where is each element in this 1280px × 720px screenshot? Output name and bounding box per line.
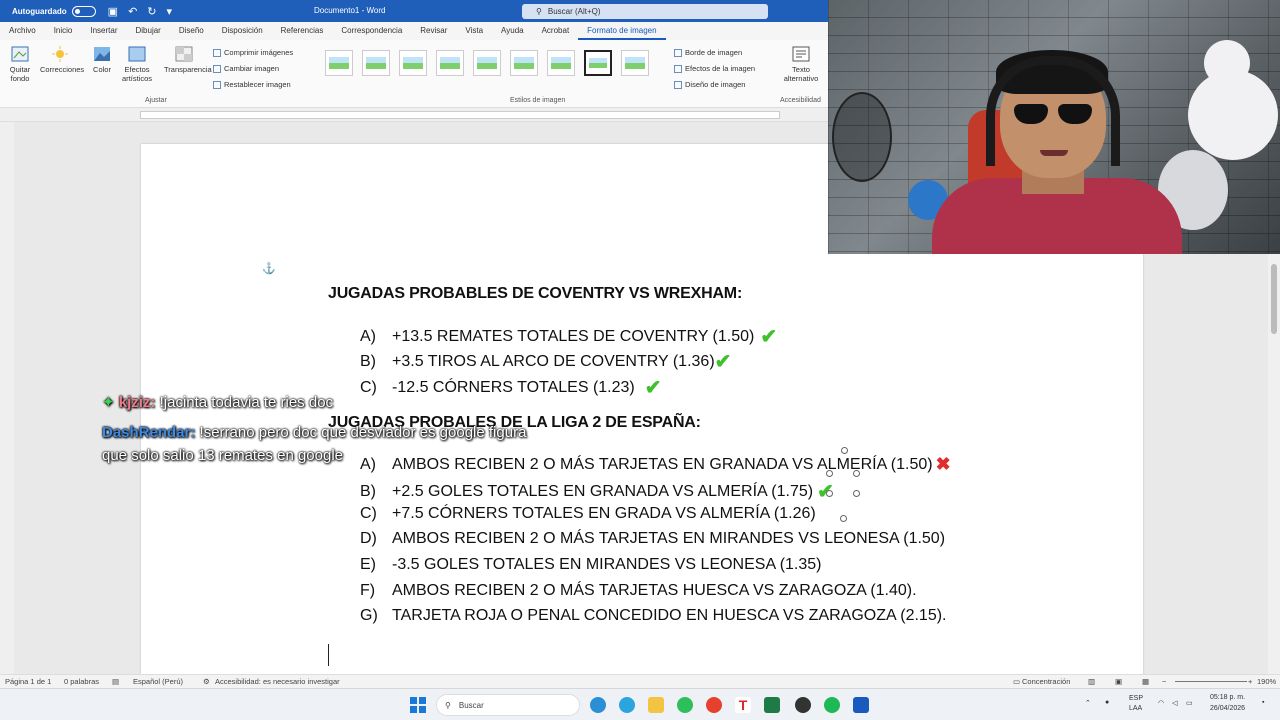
- webcam-feed: [828, 0, 1280, 254]
- check-icon: ✔: [644, 377, 662, 399]
- list-item: A) AMBOS RECIBEN 2 O MÁS TARJETAS EN GRA…: [360, 454, 951, 474]
- language-status[interactable]: Español (Perú): [133, 677, 183, 686]
- sparkle-icon: ✦: [102, 394, 119, 411]
- language-indicator[interactable]: ESP: [1129, 695, 1143, 702]
- accessibility-status[interactable]: Accesibilidad: es necesario investigar: [215, 677, 340, 686]
- web-layout-icon[interactable]: ▦: [1142, 677, 1149, 686]
- list-item: B) +2.5 GOLES TOTALES EN GRANADA VS ALME…: [360, 479, 834, 504]
- list-item: A) +13.5 REMATES TOTALES DE COVENTRY (1.…: [360, 326, 778, 348]
- chrome-icon[interactable]: [706, 697, 722, 713]
- heading-coventry: JUGADAS PROBABLES DE COVENTRY VS WREXHAM…: [328, 285, 743, 302]
- clock-date[interactable]: 26/04/2026: [1210, 705, 1245, 712]
- resize-handle[interactable]: [826, 470, 833, 477]
- resize-handle[interactable]: [853, 490, 860, 497]
- word-count[interactable]: 0 palabras: [64, 677, 99, 686]
- resize-handle[interactable]: [826, 490, 833, 497]
- list-item: B) +3.5 TIROS AL ARCO DE COVENTRY (1.36)…: [360, 351, 732, 373]
- check-icon: ✔: [714, 351, 732, 373]
- status-bar: Página 1 de 1 0 palabras ▤ Español (Perú…: [0, 674, 1280, 688]
- zoom-level[interactable]: 190%: [1257, 677, 1276, 686]
- file-explorer-icon[interactable]: [648, 697, 664, 713]
- text-cursor: [328, 644, 329, 666]
- cross-icon: ✖: [935, 454, 951, 474]
- proofing-icon[interactable]: ▤: [112, 677, 119, 686]
- chat-username: kjziz:: [118, 394, 156, 411]
- focus-icon: ▭: [1013, 677, 1021, 686]
- notification-icon[interactable]: ▪: [1262, 699, 1264, 706]
- page-count[interactable]: Página 1 de 1: [5, 677, 51, 686]
- focus-mode[interactable]: Concentración: [1022, 677, 1070, 686]
- print-layout-icon[interactable]: ▣: [1115, 677, 1122, 686]
- whatsapp-icon[interactable]: [677, 697, 693, 713]
- chat-text: !serrano pero doc que desviador es googl…: [195, 424, 527, 441]
- word-icon[interactable]: [853, 697, 869, 713]
- list-item: C) -12.5 CÓRNERS TOTALES (1.23) ✔: [360, 377, 662, 399]
- text-app-icon[interactable]: T: [735, 697, 751, 713]
- battery-icon[interactable]: ▭: [1186, 699, 1193, 707]
- excel-icon[interactable]: [764, 697, 780, 713]
- zoom-in-icon[interactable]: +: [1248, 677, 1252, 686]
- spotify-icon[interactable]: [824, 697, 840, 713]
- accessibility-icon: ⚙: [203, 677, 210, 686]
- chat-message: DashRendar: !serrano pero doc que desvia…: [102, 424, 526, 441]
- volume-icon[interactable]: ◁: [1172, 699, 1177, 707]
- chat-username: DashRendar:: [102, 424, 196, 441]
- list-item: D) AMBOS RECIBEN 2 O MÁS TARJETAS EN MIR…: [360, 530, 946, 547]
- wifi-icon[interactable]: ◠: [1158, 699, 1164, 707]
- edge-icon[interactable]: [590, 697, 606, 713]
- zoom-out-icon[interactable]: −: [1162, 677, 1166, 686]
- read-mode-icon[interactable]: ▥: [1088, 677, 1095, 686]
- tray-chevron-icon[interactable]: ⌃: [1085, 699, 1091, 707]
- taskbar-search[interactable]: ⚲ Buscar: [436, 694, 580, 716]
- zoom-slider[interactable]: [1175, 681, 1247, 682]
- anchor-icon[interactable]: ⚓: [262, 262, 276, 275]
- list-item: E) -3.5 GOLES TOTALES EN MIRANDES VS LEO…: [360, 556, 822, 573]
- fan-shape: [832, 92, 892, 182]
- list-item: C) +7.5 CÓRNERS TOTALES EN GRADA VS ALME…: [360, 505, 816, 522]
- move-handle[interactable]: [840, 515, 847, 522]
- chat-message-continued: que solo salio 13 remates en google: [102, 447, 343, 464]
- taskbar: ⚲ Buscar T ⌃ ● ESP LAA ◠ ◁ ▭ 05:18 p. m.…: [0, 688, 1280, 720]
- clock-time[interactable]: 05:18 p. m.: [1210, 694, 1245, 701]
- resize-handle[interactable]: [853, 470, 860, 477]
- search-icon: ⚲: [445, 700, 451, 710]
- list-item: G) TARJETA ROJA O PENAL CONCEDIDO EN HUE…: [360, 607, 947, 624]
- check-icon: ✔: [760, 326, 778, 348]
- telegram-icon[interactable]: [619, 697, 635, 713]
- chat-message: ✦ kjziz: !jacinta todavia te ries doc: [102, 393, 333, 411]
- microphone-icon[interactable]: ●: [1105, 699, 1109, 706]
- obs-icon[interactable]: [795, 697, 811, 713]
- rotate-handle[interactable]: [841, 447, 848, 454]
- windows-start-icon[interactable]: [410, 697, 426, 713]
- chat-text: !jacinta todavia te ries doc: [155, 394, 334, 411]
- sunglasses-shape: [1014, 104, 1094, 124]
- list-item: F) AMBOS RECIBEN 2 O MÁS TARJETAS HUESCA…: [360, 582, 917, 599]
